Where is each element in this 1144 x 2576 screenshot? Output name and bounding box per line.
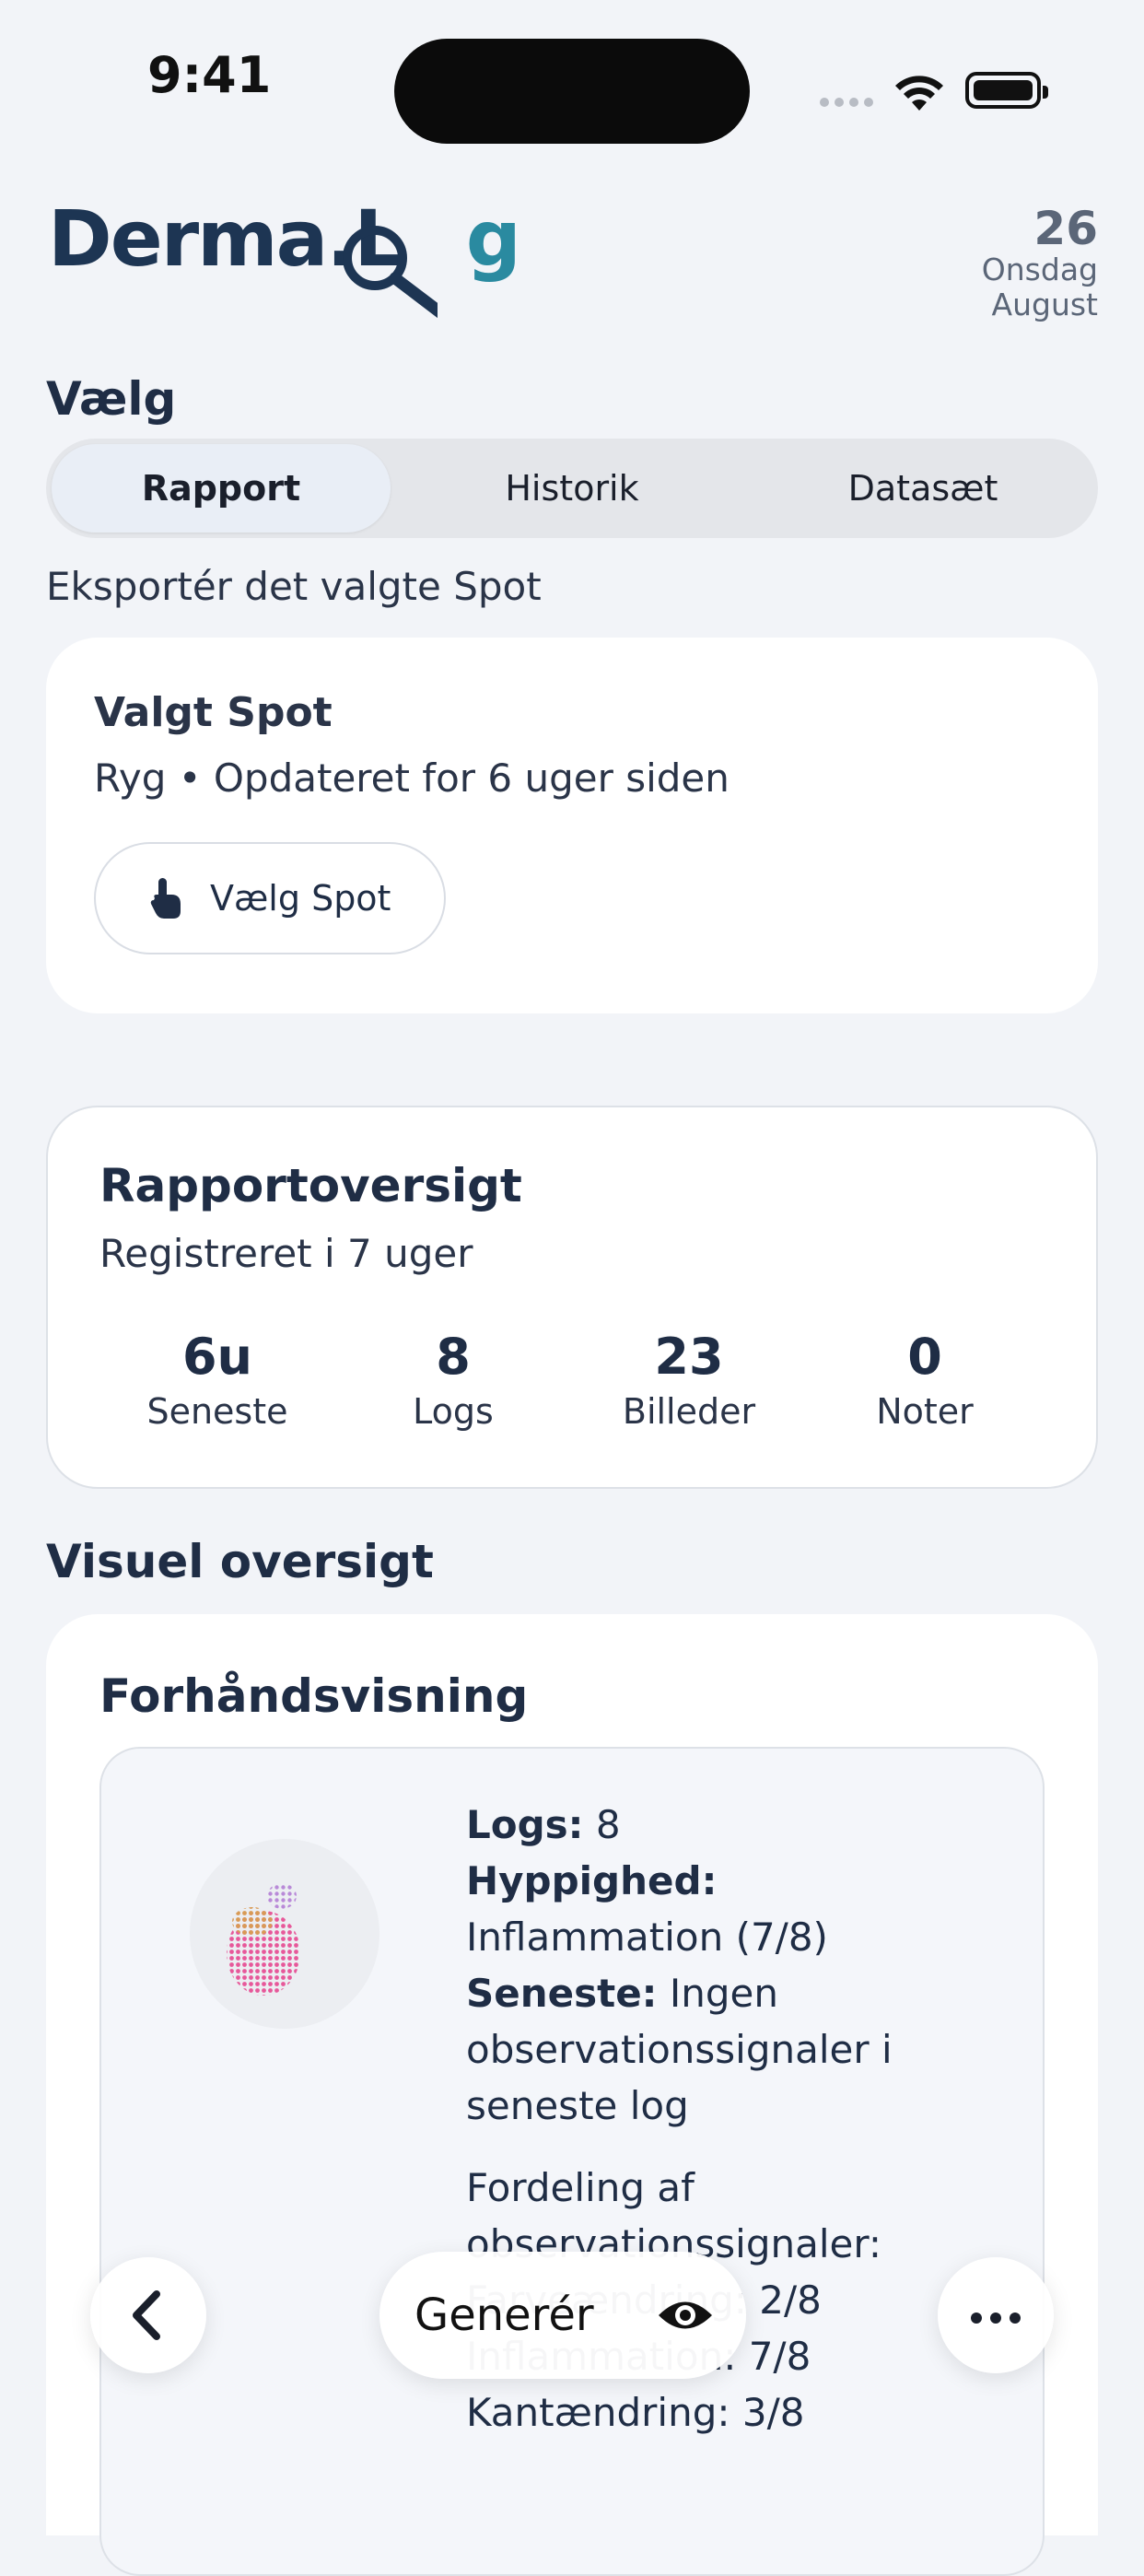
eye-icon — [658, 2301, 712, 2329]
tab-datasaet[interactable]: Datasæt — [748, 439, 1098, 538]
magnifier-logo-icon — [343, 226, 438, 319]
body-spot-illustration — [227, 1883, 300, 1996]
wifi-icon — [895, 76, 943, 111]
logo-text-accent: g — [465, 193, 521, 284]
more-options-button[interactable] — [938, 2257, 1054, 2373]
stat-value: 0 — [907, 1328, 942, 1386]
date-weekday: Onsdag — [981, 252, 1098, 287]
hand-pointer-icon — [150, 878, 181, 919]
tab-rapport[interactable]: Rapport — [52, 444, 391, 533]
info-freq-value: Inflammation (7/8) — [466, 1914, 828, 1960]
info-frequency: Hyppighed: Inflammation (7/8) — [466, 1853, 982, 1965]
info-latest-label: Seneste: — [466, 1971, 658, 2016]
info-latest: Seneste: Ingen observationssignaler i se… — [466, 1965, 982, 2134]
dynamic-island — [394, 39, 750, 144]
generate-button[interactable]: Generér — [379, 2252, 746, 2379]
export-label: Eksportér det valgte Spot — [46, 564, 542, 609]
signal-icon — [820, 98, 873, 107]
preview-title: Forhåndsvisning — [99, 1669, 529, 1723]
date-day: 26 — [1033, 202, 1098, 255]
choose-spot-button[interactable]: Vælg Spot — [94, 842, 446, 954]
info-logs: Logs: 8 — [466, 1797, 982, 1853]
stat-label: Seneste — [146, 1391, 288, 1432]
stat-images: 23 Billeder — [578, 1327, 800, 1432]
back-button[interactable] — [90, 2257, 206, 2373]
info-freq-label: Hyppighed: — [466, 1858, 718, 1903]
status-time: 9:41 — [147, 46, 272, 104]
stat-logs: 8 Logs — [343, 1327, 564, 1432]
stat-latest: 6u Seneste — [107, 1327, 328, 1432]
date-display: 26 Onsdag August — [982, 205, 1098, 322]
info-logs-value: 8 — [583, 1802, 621, 1847]
stat-label: Billeder — [622, 1391, 756, 1432]
spot-card-subtitle: Ryg • Opdateret for 6 uger siden — [94, 755, 730, 801]
segmented-control: Rapport Historik Datasæt — [46, 439, 1098, 538]
overview-subtitle: Registreret i 7 uger — [99, 1231, 473, 1276]
overview-title: Rapportoversigt — [99, 1159, 522, 1212]
visual-overview-heading: Visuel oversigt — [46, 1535, 434, 1588]
stat-label: Logs — [413, 1391, 494, 1432]
spot-thumbnail[interactable] — [190, 1839, 379, 2029]
stat-value: 6u — [181, 1328, 253, 1386]
battery-icon — [965, 72, 1048, 109]
select-heading: Vælg — [46, 372, 177, 426]
generate-label: Generér — [414, 2289, 594, 2341]
chevron-left-icon — [133, 2290, 160, 2340]
info-logs-label: Logs: — [466, 1802, 584, 1847]
stat-value: 8 — [436, 1328, 471, 1386]
stat-notes: 0 Noter — [814, 1327, 1035, 1432]
info-distribution-item: Kantændring: 3/8 — [466, 2390, 805, 2435]
tab-historik[interactable]: Historik — [397, 439, 747, 538]
choose-spot-label: Vælg Spot — [210, 878, 391, 919]
date-month: August — [991, 287, 1098, 322]
stat-label: Noter — [876, 1391, 974, 1432]
stat-value: 23 — [654, 1328, 724, 1386]
app-logo: Derma.L g — [48, 193, 521, 284]
spot-card-title: Valgt Spot — [94, 689, 333, 736]
